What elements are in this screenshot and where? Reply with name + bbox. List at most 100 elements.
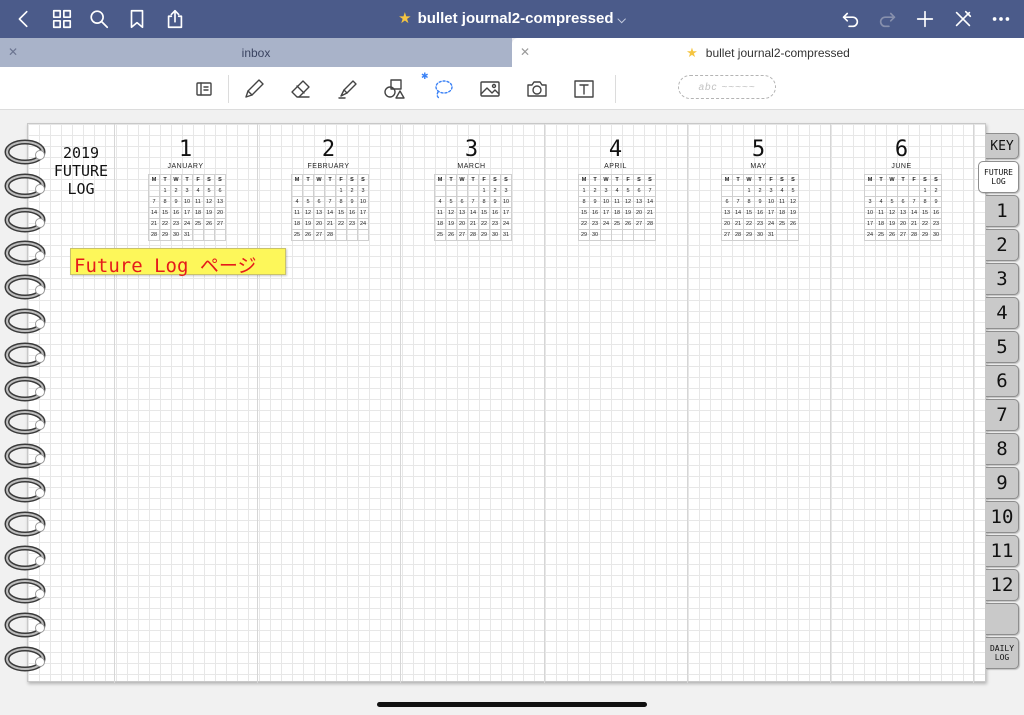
side-tab-blank[interactable] — [986, 603, 1019, 635]
month-4: 4 APRIL M T W T F S S 1 2 3 4 5 6 7 8 9 10 11 12 13 14 15 16 17 18… — [544, 138, 687, 241]
spiral-ring — [3, 611, 47, 639]
weekday-header: T — [181, 174, 193, 186]
grid-icon[interactable] — [49, 6, 75, 32]
weekday-header: M — [148, 174, 160, 186]
future-log-title: 2019 FUTURE LOG — [53, 144, 109, 198]
highlighter-icon[interactable] — [335, 76, 361, 102]
close-toolbar-icon[interactable] — [950, 6, 976, 32]
handwriting-input[interactable]: abc ~~~~~ — [678, 75, 776, 99]
calendar-day: 20 — [313, 218, 325, 230]
calendar-day: 20 — [897, 218, 909, 230]
document-title[interactable]: ★ bullet journal2-compressed ⌵ — [0, 9, 1024, 27]
reader-icon[interactable] — [191, 76, 217, 102]
calendar-day: 13 — [456, 207, 468, 219]
side-tab-5[interactable]: 5 — [986, 331, 1019, 363]
calendar-day: 15 — [478, 207, 490, 219]
weekday-header: T — [589, 174, 601, 186]
spiral-ring — [3, 645, 47, 673]
calendar-day: 11 — [875, 207, 887, 219]
add-icon[interactable] — [912, 6, 938, 32]
weekday-header: F — [622, 174, 634, 186]
side-tab-11[interactable]: 11 — [986, 535, 1019, 567]
side-tab-label: KEY — [990, 138, 1014, 154]
toolbar-divider — [615, 75, 616, 103]
month-calendar: M T W T F S S 1 2 3 4 5 6 7 8 9 10 11 12 13 14 15 16 17 18 19 20 21… — [578, 174, 656, 241]
side-tab-9[interactable]: 9 — [986, 467, 1019, 499]
weekday-header: W — [886, 174, 898, 186]
side-tab-label: 3 — [996, 268, 1008, 290]
favorite-star-icon[interactable]: ★ — [398, 10, 411, 27]
spiral-ring — [3, 408, 47, 436]
calendar-day: 11 — [192, 196, 204, 208]
calendar-day: 5 — [622, 185, 634, 197]
side-tab-10[interactable]: 10 — [986, 501, 1019, 533]
calendar-day — [721, 185, 733, 197]
side-tab-12[interactable]: 12 — [986, 569, 1019, 601]
spiral-ring — [3, 172, 47, 200]
search-icon[interactable] — [86, 6, 112, 32]
side-tab-7[interactable]: 7 — [986, 399, 1019, 431]
calendar-day: 14 — [148, 207, 160, 219]
image-icon[interactable] — [477, 76, 503, 102]
calendar-day: 18 — [776, 207, 788, 219]
calendar-day: 27 — [456, 229, 468, 241]
calendar-day: 12 — [203, 196, 215, 208]
camera-icon[interactable] — [524, 76, 550, 102]
redo-icon[interactable] — [875, 6, 901, 32]
pen-icon[interactable] — [241, 76, 267, 102]
calendar-day: 6 — [633, 185, 645, 197]
notebook-page[interactable]: 2019 FUTURE LOG 1 JANUARY M T W T F S S 1 2 3 4 5 6 7 8 9… — [27, 123, 986, 683]
text-icon[interactable] — [571, 76, 597, 102]
calendar-day: 7 — [908, 196, 920, 208]
calendar-day: 31 — [181, 229, 193, 241]
calendar-day: 28 — [644, 218, 656, 230]
lasso-icon[interactable] — [430, 76, 456, 102]
spiral-ring — [3, 544, 47, 572]
home-indicator[interactable] — [377, 702, 647, 707]
calendar-day: 17 — [500, 207, 512, 219]
side-tab-3[interactable]: 3 — [986, 263, 1019, 295]
calendar-day: 21 — [908, 218, 920, 230]
eraser-icon[interactable] — [288, 76, 314, 102]
side-tab-1[interactable]: 1 — [986, 195, 1019, 227]
calendar-day: 21 — [324, 218, 336, 230]
calendar-day: 24 — [765, 218, 777, 230]
calendar-day: 26 — [203, 218, 215, 230]
tab-inbox[interactable]: ✕ inbox — [0, 38, 512, 67]
calendar-day: 24 — [181, 218, 193, 230]
side-tab-2[interactable]: 2 — [986, 229, 1019, 261]
sticky-note[interactable]: Future Log ページ — [70, 248, 286, 277]
calendar-day: 3 — [500, 185, 512, 197]
side-tab-8[interactable]: 8 — [986, 433, 1019, 465]
side-tab-key[interactable]: KEY — [986, 133, 1019, 159]
more-icon[interactable] — [988, 6, 1014, 32]
calendar-day: 28 — [324, 229, 336, 241]
shapes-icon[interactable] — [381, 76, 407, 102]
side-tab-future-log[interactable]: FUTURE LOG — [978, 161, 1019, 193]
side-tab-6[interactable]: 6 — [986, 365, 1019, 397]
side-tab-label: 12 — [990, 574, 1014, 596]
calendar-day: 10 — [765, 196, 777, 208]
close-icon[interactable]: ✕ — [520, 45, 530, 59]
calendar-day: 9 — [489, 196, 501, 208]
calendar-day: 14 — [644, 196, 656, 208]
side-tab-daily-log[interactable]: DAILY LOG — [986, 637, 1019, 669]
back-icon[interactable] — [11, 6, 37, 32]
close-icon[interactable]: ✕ — [8, 45, 18, 59]
share-icon[interactable] — [162, 6, 188, 32]
spiral-ring — [3, 307, 47, 335]
chevron-down-icon[interactable]: ⌵ — [618, 14, 626, 26]
calendar-day — [875, 185, 887, 197]
calendar-day — [203, 229, 215, 241]
undo-icon[interactable] — [837, 6, 863, 32]
calendar-day — [644, 229, 656, 241]
notebook-workspace: 2019 FUTURE LOG 1 JANUARY M T W T F S S 1 2 3 4 5 6 7 8 9… — [0, 111, 1024, 715]
calendar-day: 30 — [930, 229, 942, 241]
document-tabs: ✕ inbox ✕ ★ bullet journal2-compressed — [0, 38, 1024, 67]
spiral-ring — [3, 138, 47, 166]
bookmark-icon[interactable] — [124, 6, 150, 32]
calendar-day: 18 — [875, 218, 887, 230]
tab-bullet-journal[interactable]: ✕ ★ bullet journal2-compressed — [512, 38, 1024, 67]
side-tab-4[interactable]: 4 — [986, 297, 1019, 329]
calendar-day: 8 — [159, 196, 171, 208]
